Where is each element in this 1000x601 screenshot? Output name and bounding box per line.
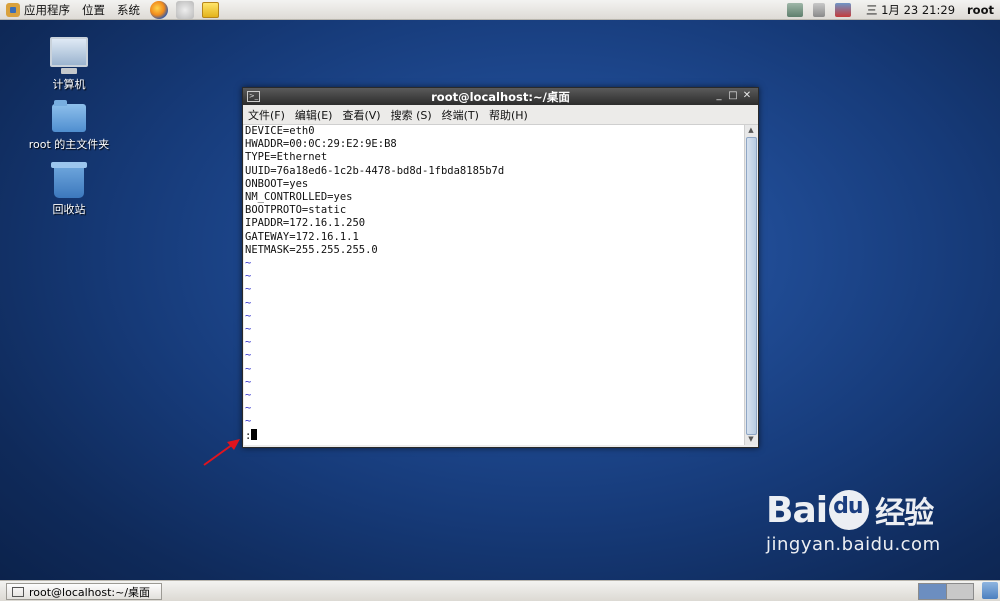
menu-search[interactable]: 搜索 (S)	[386, 107, 437, 123]
watermark-logo-text: Bai	[766, 489, 828, 531]
terminal-title: root@localhost:~/桌面	[431, 89, 570, 104]
menu-help[interactable]: 帮助(H)	[484, 107, 533, 123]
menu-file[interactable]: 文件(F)	[243, 107, 290, 123]
terminal-line: DEVICE=eth0	[245, 125, 315, 137]
desktop-trash[interactable]: 回收站	[29, 162, 109, 217]
scroll-thumb[interactable]	[746, 137, 757, 435]
baidu-watermark: Bai 经验 jingyan.baidu.com	[766, 488, 941, 556]
text-cursor	[251, 428, 258, 440]
menu-terminal[interactable]: 终端(T)	[437, 107, 484, 123]
menu-edit[interactable]: 编辑(E)	[290, 107, 338, 123]
vim-empty-line-tilde: ~	[245, 323, 252, 336]
taskbar-terminal-label: root@localhost:~/桌面	[29, 585, 151, 599]
places-menu-label: 位置	[82, 2, 105, 17]
volume-icon[interactable]	[812, 2, 825, 17]
mail-client-icon[interactable]	[176, 0, 194, 19]
clock[interactable]: 三 1月 23 21:29	[866, 2, 955, 18]
terminal-line: NETMASK=255.255.255.0	[245, 243, 378, 256]
vim-empty-line-tilde: ~	[245, 415, 252, 428]
vim-empty-line-tilde: ~	[245, 349, 252, 362]
desktop-home-folder[interactable]: root 的主文件夹	[22, 100, 116, 152]
notes-icon[interactable]	[202, 1, 219, 18]
close-button[interactable]: ✕	[740, 88, 754, 105]
bottom-panel: root@localhost:~/桌面	[0, 580, 1000, 601]
baidu-paw-icon	[829, 490, 870, 530]
terminal-icon	[12, 586, 24, 597]
terminal-text-area[interactable]: DEVICE=eth0 HWADDR=00:0C:29:E2:9E:B8 TYP…	[244, 125, 744, 445]
desktop-computer-label: 计算机	[52, 78, 86, 91]
terminal-line: TYPE=Ethernet	[245, 151, 328, 164]
workspace-1[interactable]	[919, 584, 947, 599]
computer-icon	[50, 37, 88, 74]
trash-applet-icon[interactable]	[982, 582, 998, 599]
gnome-foot-icon	[6, 2, 20, 17]
annotation-arrow-icon	[203, 439, 240, 466]
terminal-scrollbar[interactable]: ▲ ▼	[744, 125, 757, 445]
menu-view[interactable]: 查看(V)	[337, 107, 385, 123]
system-menu[interactable]: 系统	[111, 0, 146, 19]
applications-menu[interactable]: 应用程序	[0, 0, 76, 19]
taskbar-terminal-button[interactable]: root@localhost:~/桌面	[6, 583, 162, 600]
terminal-title-bar[interactable]: >_ root@localhost:~/桌面 _ □ ✕	[243, 88, 758, 105]
system-menu-label: 系统	[117, 2, 140, 17]
vim-empty-line-tilde: ~	[245, 402, 252, 415]
applications-menu-label: 应用程序	[24, 2, 70, 17]
workspace-2[interactable]	[946, 584, 973, 599]
scroll-up-arrow-icon[interactable]: ▲	[745, 125, 757, 136]
firefox-icon[interactable]	[150, 0, 168, 19]
workspace-switcher	[918, 583, 974, 600]
vim-empty-line-tilde: ~	[245, 283, 252, 296]
terminal-line: IPADDR=172.16.1.250	[245, 217, 366, 230]
watermark-url: jingyan.baidu.com	[766, 534, 941, 555]
vim-empty-line-tilde: ~	[245, 296, 252, 309]
vim-empty-line-tilde: ~	[245, 389, 252, 402]
vim-empty-line-tilde: ~	[245, 375, 252, 388]
terminal-output: DEVICE=eth0 HWADDR=00:0C:29:E2:9E:B8 TYP…	[244, 125, 744, 443]
terminal-menu-bar: 文件(F) 编辑(E) 查看(V) 搜索 (S) 终端(T) 帮助(H)	[243, 105, 758, 125]
minimize-button[interactable]: _	[712, 88, 726, 105]
terminal-window[interactable]: >_ root@localhost:~/桌面 _ □ ✕ 文件(F) 编辑(E)…	[242, 87, 759, 448]
desktop-computer[interactable]: 计算机	[29, 37, 109, 92]
desktop-home-folder-label: root 的主文件夹	[28, 138, 110, 151]
watermark-logo-cn: 经验	[875, 496, 934, 531]
top-panel: 应用程序 位置 系统 三 1月 23 21:29 root	[0, 0, 1000, 20]
vim-empty-line-tilde: ~	[245, 336, 252, 349]
terminal-line: UUID=76a18ed6-1c2b-4478-bd8d-1fbda8185b7…	[245, 164, 505, 177]
scroll-down-arrow-icon[interactable]: ▼	[745, 434, 757, 445]
terminal-line: NM_CONTROLLED=yes	[245, 191, 353, 204]
terminal-line: ONBOOT=yes	[245, 177, 309, 190]
network-status-icon[interactable]	[786, 2, 803, 17]
terminal-line: HWADDR=00:0C:29:E2:9E:B8	[245, 138, 397, 151]
terminal-line: BOOTPROTO=static	[245, 204, 347, 217]
places-menu[interactable]: 位置	[76, 0, 111, 19]
update-notifier-icon[interactable]	[834, 2, 851, 17]
desktop-trash-label: 回收站	[52, 203, 86, 216]
home-folder-icon	[52, 100, 86, 132]
vim-empty-line-tilde: ~	[245, 362, 252, 375]
terminal-line: GATEWAY=172.16.1.1	[245, 230, 359, 243]
trash-icon	[51, 162, 87, 198]
vim-empty-line-tilde: ~	[245, 270, 252, 283]
maximize-button[interactable]: □	[726, 88, 740, 105]
vim-empty-line-tilde: ~	[245, 309, 252, 322]
user-menu[interactable]: root	[967, 3, 994, 17]
vim-empty-line-tilde: ~	[245, 257, 252, 270]
